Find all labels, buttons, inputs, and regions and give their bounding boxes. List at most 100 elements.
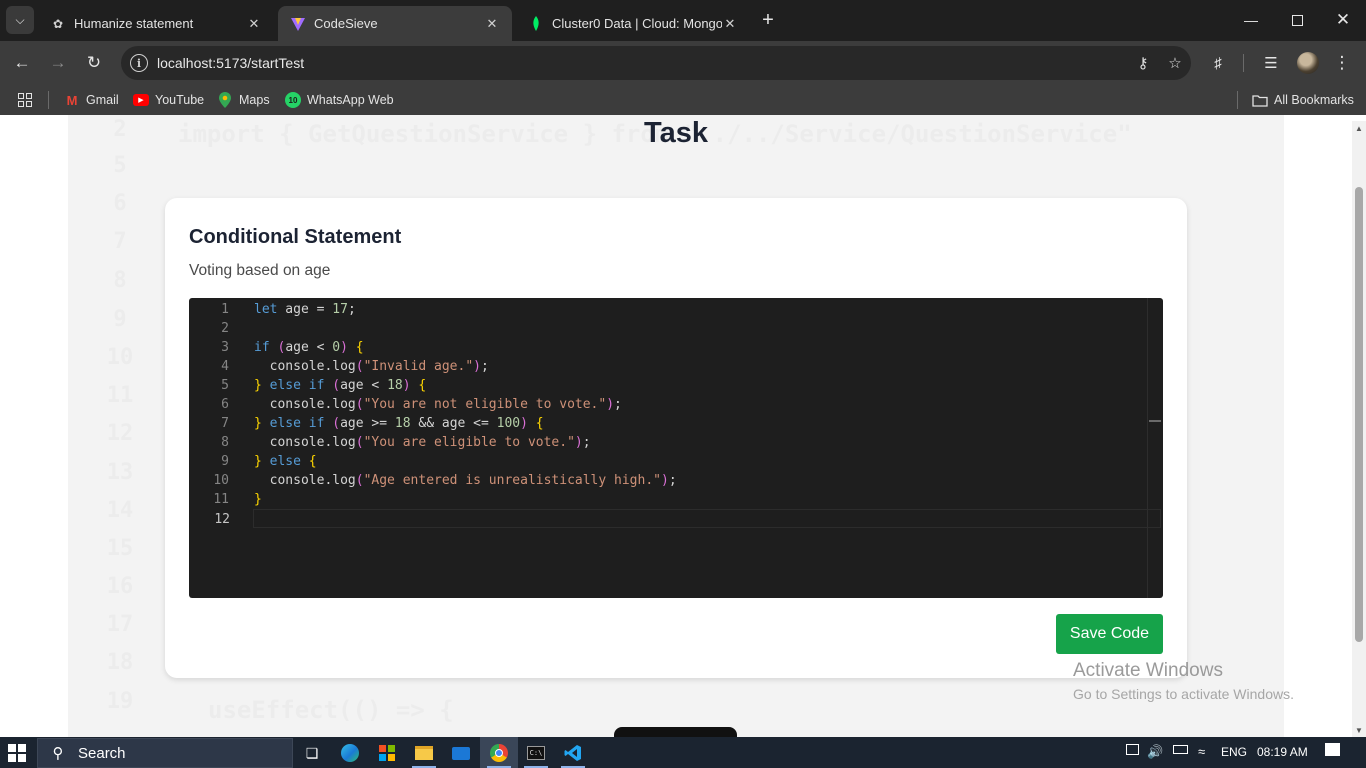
puzzle-icon: ♯: [1214, 54, 1222, 72]
taskbar-search[interactable]: ⚲ Search: [37, 738, 293, 768]
code-text[interactable]: }: [254, 490, 262, 509]
wifi-icon[interactable]: ≈: [1198, 744, 1205, 759]
close-tab-icon[interactable]: ✕: [484, 16, 500, 32]
code-line[interactable]: 2: [189, 319, 1149, 338]
code-editor[interactable]: 1 let age = 17; 2 3 if (age < 0) {4 console.…: [189, 298, 1163, 598]
clock[interactable]: 08:19 AM: [1257, 745, 1308, 759]
background-line-number: 18: [106, 650, 134, 675]
reload-button[interactable]: ↻: [80, 49, 108, 77]
file-explorer-icon[interactable]: [412, 741, 436, 765]
edge-icon[interactable]: [338, 741, 362, 765]
extensions-button[interactable]: ♯: [1204, 49, 1232, 77]
maps-icon: [217, 92, 233, 108]
save-code-button[interactable]: Save Code: [1056, 614, 1163, 654]
battery-icon[interactable]: [1173, 744, 1188, 754]
code-text[interactable]: } else {: [254, 452, 317, 471]
minimize-button[interactable]: —: [1228, 0, 1274, 40]
volume-icon[interactable]: 🔊: [1147, 744, 1163, 760]
code-line[interactable]: 6 console.log("You are not eligible to v…: [189, 395, 1149, 414]
bottom-tab[interactable]: [614, 727, 737, 737]
code-line[interactable]: 7} else if (age >= 18 && age <= 100) {: [189, 414, 1149, 433]
background-code-line: useEffect(() => {: [208, 696, 454, 724]
line-number: 1: [221, 302, 229, 317]
bookmark-maps[interactable]: Maps: [217, 91, 270, 109]
background-line-number: 7: [113, 229, 127, 254]
bookmark-star-icon[interactable]: ☆: [1159, 54, 1191, 72]
browser-menu-button[interactable]: ⋮: [1328, 49, 1356, 77]
tab-mongodb[interactable]: Cluster0 Data | Cloud: MongoDB ✕: [516, 6, 750, 41]
scroll-up-icon[interactable]: ▲: [1352, 121, 1366, 135]
mail-icon[interactable]: [449, 741, 473, 765]
all-bookmarks[interactable]: All Bookmarks: [1252, 91, 1354, 109]
arrow-right-icon: →: [49, 53, 67, 72]
close-window-button[interactable]: ✕: [1320, 0, 1366, 40]
code-text[interactable]: } else if (age < 18) {: [254, 376, 426, 395]
profile-button[interactable]: [1294, 49, 1322, 77]
code-line[interactable]: 3 if (age < 0) {: [189, 338, 1149, 357]
background-line-number: 9: [113, 307, 127, 332]
code-line[interactable]: 9 } else {: [189, 452, 1149, 471]
notifications-icon[interactable]: [1325, 743, 1340, 756]
code-line[interactable]: 5 } else if (age < 18) {: [189, 376, 1149, 395]
code-text[interactable]: console.log("Invalid age.");: [254, 357, 489, 376]
password-key-icon[interactable]: ⚷: [1127, 54, 1159, 72]
apps-button[interactable]: [18, 91, 32, 109]
line-number: 11: [213, 492, 229, 507]
task-title: Conditional Statement: [189, 226, 402, 248]
page-scrollbar[interactable]: ▲ ▼: [1352, 121, 1366, 737]
new-tab-button[interactable]: +: [756, 8, 780, 32]
chrome-icon[interactable]: [487, 741, 511, 765]
maximize-button[interactable]: [1274, 0, 1320, 40]
activate-windows-title: Activate Windows: [1073, 660, 1223, 681]
background-line-number: 17: [106, 612, 134, 637]
forward-button[interactable]: →: [44, 49, 72, 77]
tab-humanize-statement[interactable]: ✿ Humanize statement ✕: [38, 6, 274, 41]
maximize-icon: [1291, 14, 1303, 26]
vite-icon: [290, 16, 306, 32]
scrollbar-thumb[interactable]: [1355, 187, 1363, 642]
line-number: 12: [214, 512, 230, 527]
code-line[interactable]: 10 console.log("Age entered is unrealist…: [189, 471, 1149, 490]
editor-scroll-marker[interactable]: [1149, 420, 1161, 422]
keyboard-icon[interactable]: [1126, 744, 1139, 755]
vscode-icon[interactable]: [561, 741, 585, 765]
background-line-number: 11: [106, 383, 134, 408]
site-info-icon[interactable]: i: [130, 54, 148, 72]
terminal-icon[interactable]: C:\: [524, 741, 548, 765]
bookmark-youtube[interactable]: ▶ YouTube: [133, 91, 204, 109]
close-tab-icon[interactable]: ✕: [722, 16, 738, 32]
code-text[interactable]: console.log("You are eligible to vote.")…: [254, 433, 591, 452]
youtube-icon: ▶: [133, 94, 149, 106]
code-text[interactable]: } else if (age >= 18 && age <= 100) {: [254, 414, 544, 433]
bookmarks-bar: M Gmail ▶ YouTube Maps 10 WhatsApp Web A…: [0, 85, 1366, 115]
line-number: 9: [221, 454, 229, 469]
page-viewport: import { GetQuestionService } from "../.…: [0, 115, 1352, 737]
task-view-icon[interactable]: ❏: [300, 741, 324, 765]
bookmark-whatsapp[interactable]: 10 WhatsApp Web: [285, 91, 394, 109]
code-text[interactable]: console.log("Age entered is unrealistica…: [254, 471, 677, 490]
close-tab-icon[interactable]: ✕: [246, 16, 262, 32]
code-line[interactable]: 1 let age = 17;: [189, 300, 1149, 319]
line-number: 10: [213, 473, 229, 488]
code-text[interactable]: let age = 17;: [254, 300, 356, 319]
line-number: 5: [221, 378, 229, 393]
code-text[interactable]: if (age < 0) {: [254, 338, 364, 357]
code-line[interactable]: 8 console.log("You are eligible to vote.…: [189, 433, 1149, 452]
code-line[interactable]: 11}: [189, 490, 1149, 509]
language-indicator[interactable]: ENG: [1221, 745, 1247, 759]
windows-start-icon[interactable]: [8, 744, 26, 762]
store-icon[interactable]: [375, 741, 399, 765]
address-bar[interactable]: i localhost:5173/startTest ⚷ ☆: [121, 46, 1191, 80]
scroll-down-icon[interactable]: ▼: [1352, 723, 1366, 737]
url-text[interactable]: localhost:5173/startTest: [157, 55, 1127, 71]
back-button[interactable]: ←: [8, 49, 36, 77]
code-line[interactable]: 4 console.log("Invalid age.");: [189, 357, 1149, 376]
bookmark-gmail[interactable]: M Gmail: [64, 91, 119, 109]
activate-windows-subtitle: Go to Settings to activate Windows.: [1073, 686, 1294, 702]
code-line[interactable]: 12: [214, 509, 1161, 528]
media-controls-button[interactable]: ☰: [1257, 49, 1285, 77]
tab-search-button[interactable]: ⌵: [6, 6, 34, 34]
code-text[interactable]: console.log("You are not eligible to vot…: [254, 395, 622, 414]
background-line-number: 16: [106, 574, 134, 599]
tab-codesieve[interactable]: CodeSieve ✕: [278, 6, 512, 41]
